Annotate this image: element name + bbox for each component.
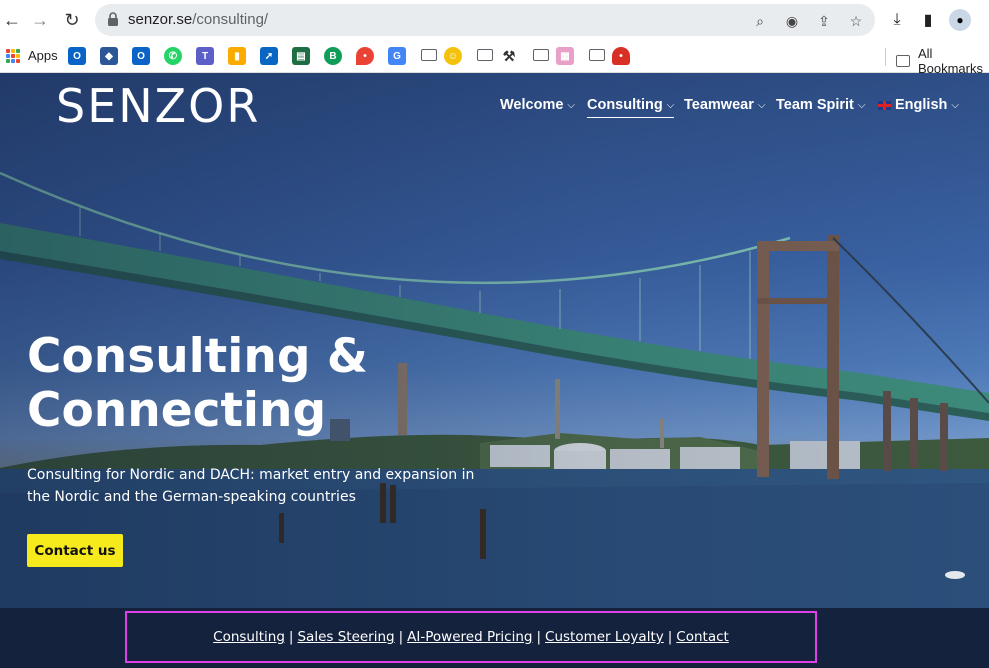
all-bookmarks[interactable]: All Bookmarks (896, 46, 989, 76)
back-arrow-icon[interactable]: ← (0, 8, 24, 32)
nav-teamwear[interactable]: Teamwear ⌵ (684, 97, 765, 113)
folder-icon-2[interactable] (477, 49, 493, 61)
chevron-down-icon: ⌵ (567, 99, 575, 111)
nav-language[interactable]: English ⌵ (878, 97, 959, 113)
nav-welcome-label: Welcome (500, 97, 564, 113)
footer-links-bar: Consulting | Sales Steering | AI-Powered… (0, 608, 989, 668)
hero-section: SENZOR Welcome ⌵ Consulting ⌵ Teamwear ⌵ Te… (0, 73, 989, 608)
folder-icon[interactable] (421, 49, 437, 61)
address-bar[interactable]: senzor.se/consulting/ ⌕ ◉ ⇪ ☆ (95, 4, 875, 36)
eye-slash-icon[interactable]: ◉ (783, 12, 801, 30)
contact-us-button[interactable]: Contact us (27, 534, 123, 567)
nav-team-spirit[interactable]: Team Spirit ⌵ (776, 97, 865, 113)
apps-label: Apps (28, 48, 58, 63)
footer-link-consulting[interactable]: Consulting (213, 629, 285, 645)
all-bookmarks-label: All Bookmarks (917, 46, 983, 76)
teams-icon[interactable]: T (196, 47, 214, 65)
translate-icon[interactable]: G (388, 47, 406, 65)
bookmark-separator (885, 48, 886, 66)
chevron-down-icon: ⌵ (666, 99, 675, 111)
footer-link-sales-steering[interactable]: Sales Steering (297, 629, 394, 645)
footer-link-contact[interactable]: Contact (676, 629, 729, 645)
nav-teamwear-label: Teamwear (684, 97, 754, 113)
bookmark-blue-icon[interactable]: ◆ (100, 47, 118, 65)
uk-flag-icon (878, 100, 891, 110)
reload-icon[interactable]: ↻ (60, 8, 84, 32)
hero-subline: Consulting for Nordic and DACH: market e… (27, 467, 475, 505)
apps-grid-icon (6, 48, 20, 63)
separator: | (398, 629, 404, 645)
apps-bookmark[interactable]: Apps (6, 48, 58, 63)
mushroom-icon[interactable]: • (612, 47, 630, 65)
bookmark-arrow-icon[interactable]: ➚ (260, 47, 278, 65)
footer-links: Consulting | Sales Steering | AI-Powered… (127, 613, 815, 661)
b-icon[interactable]: B (324, 47, 342, 65)
hero-headline-line2: Connecting (27, 383, 327, 438)
sheet-icon[interactable]: ▤ (292, 47, 310, 65)
zoom-icon[interactable]: ⌕ (751, 12, 769, 30)
chevron-down-icon: ⌵ (951, 99, 959, 111)
highlight-box: Consulting | Sales Steering | AI-Powered… (125, 611, 817, 663)
separator: | (667, 629, 673, 645)
forward-arrow-icon[interactable]: → (28, 8, 52, 32)
bag-icon[interactable]: ▦ (556, 47, 574, 65)
separator: | (288, 629, 294, 645)
nav-consulting-label: Consulting (587, 97, 663, 113)
maps-pin-icon[interactable]: • (356, 47, 374, 65)
all-bookmarks-folder-icon (896, 55, 910, 67)
folder-icon-3[interactable] (533, 49, 549, 61)
side-panel-icon[interactable]: ▮ (916, 8, 940, 32)
chevron-down-icon: ⌵ (757, 99, 766, 111)
footer-link-ai-pricing[interactable]: AI-Powered Pricing (407, 629, 532, 645)
nav-team-spirit-label: Team Spirit (776, 97, 854, 113)
whatsapp-icon[interactable]: ✆ (164, 47, 182, 65)
share-icon[interactable]: ⇪ (815, 12, 833, 30)
lock-icon (108, 12, 118, 26)
analytics-icon[interactable]: ▮ (228, 47, 246, 65)
star-icon[interactable]: ☆ (847, 12, 865, 30)
folder-icon-4[interactable] (589, 49, 605, 61)
nav-consulting[interactable]: Consulting ⌵ (587, 97, 675, 118)
hero-headline: Consulting & Connecting (27, 330, 368, 438)
url-text[interactable]: senzor.se/consulting/ (128, 11, 268, 28)
nav-language-label: English (895, 97, 948, 113)
emoji-icon[interactable]: ☺ (444, 47, 462, 65)
browser-toolbar: ← → ↻ senzor.se/consulting/ ⌕ ◉ ⇪ ☆ ⤓ ▮ … (0, 0, 989, 40)
footer-link-customer-loyalty[interactable]: Customer Loyalty (545, 629, 664, 645)
outlook-icon-2[interactable]: O (132, 47, 150, 65)
download-icon[interactable]: ⤓ (885, 8, 909, 32)
tools-icon[interactable]: ⚒ (500, 47, 518, 65)
profile-avatar[interactable]: ● (949, 9, 971, 31)
chevron-down-icon: ⌵ (857, 99, 866, 111)
bookmarks-bar: Apps O ◆ O ✆ T ▮ ➚ ▤ B • G ☺ ⚒ ▦ • All B… (0, 40, 989, 76)
hero-headline-line1: Consulting & (27, 329, 368, 384)
nav-welcome[interactable]: Welcome ⌵ (500, 97, 575, 113)
site-logo[interactable]: SENZOR (56, 79, 260, 133)
separator: | (536, 629, 542, 645)
outlook-icon[interactable]: O (68, 47, 86, 65)
